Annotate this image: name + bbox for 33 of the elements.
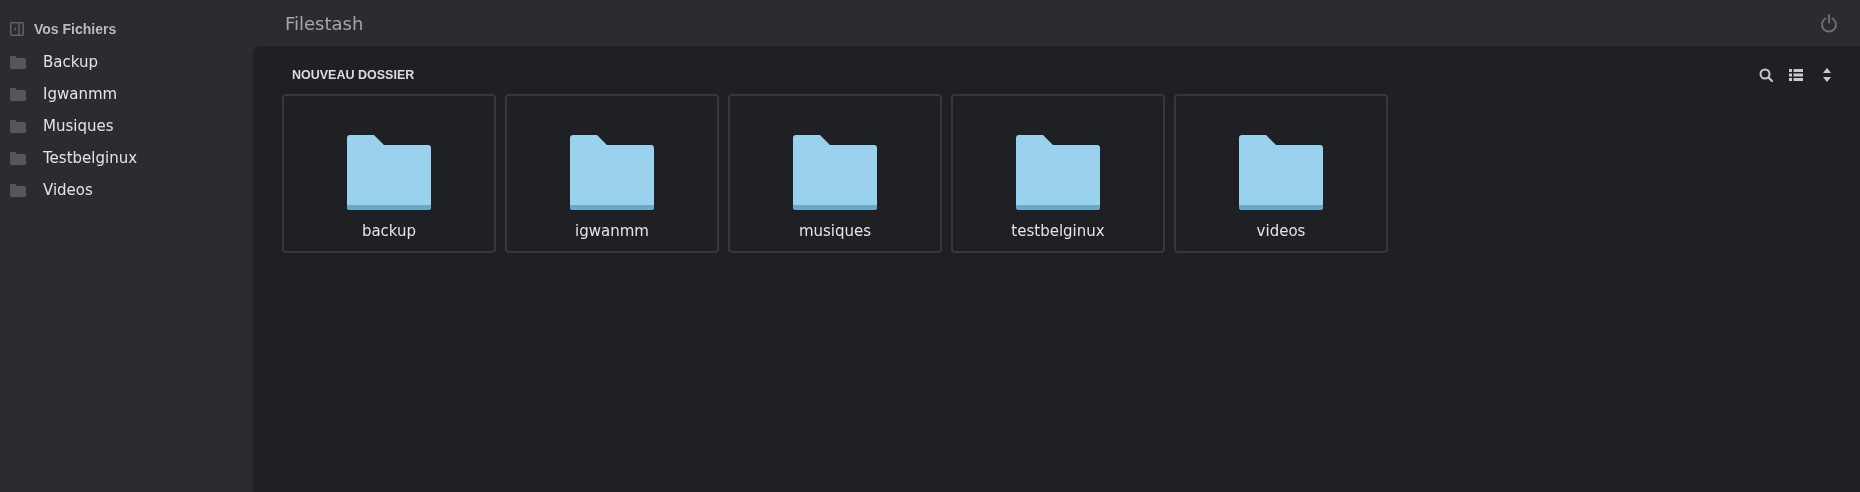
- sidebar-item[interactable]: Videos: [0, 174, 93, 206]
- new-folder-button[interactable]: NOUVEAU DOSSIER: [282, 68, 415, 82]
- folder-card[interactable]: musiques: [728, 94, 942, 253]
- folder-icon: [10, 151, 26, 165]
- power-icon[interactable]: [1820, 13, 1838, 33]
- search-icon[interactable]: [1759, 68, 1773, 82]
- folder-icon: [1239, 135, 1323, 210]
- list-view-icon[interactable]: [1789, 68, 1803, 82]
- sidebar-item[interactable]: Backup: [0, 46, 98, 78]
- folder-icon: [10, 119, 26, 133]
- sidebar-title: Vos Fichiers: [34, 21, 117, 37]
- folder-icon: [10, 183, 26, 197]
- folder-icon: [10, 87, 26, 101]
- app-title: Filestash: [285, 12, 364, 34]
- sort-icon[interactable]: [1823, 68, 1831, 82]
- sidebar-item[interactable]: Igwanmm: [0, 78, 118, 110]
- sidebar-item[interactable]: Musiques: [0, 110, 114, 142]
- folder-card[interactable]: igwanmm: [505, 94, 719, 253]
- sidebar-toggle-icon[interactable]: [10, 22, 24, 36]
- folder-card[interactable]: backup: [282, 94, 496, 253]
- file-name: backup: [361, 222, 417, 240]
- file-name: musiques: [798, 222, 872, 240]
- folder-icon: [347, 135, 431, 210]
- folder-card[interactable]: testbelginux: [951, 94, 1165, 253]
- folder-icon: [570, 135, 654, 210]
- file-name: testbelginux: [1011, 222, 1105, 240]
- sidebar-item[interactable]: Testbelginux: [0, 142, 138, 174]
- file-name: videos: [1256, 222, 1306, 240]
- file-name: igwanmm: [575, 222, 649, 240]
- folder-icon: [1016, 135, 1100, 210]
- folder-icon: [10, 55, 26, 69]
- folder-icon: [793, 135, 877, 210]
- folder-card[interactable]: videos: [1174, 94, 1388, 253]
